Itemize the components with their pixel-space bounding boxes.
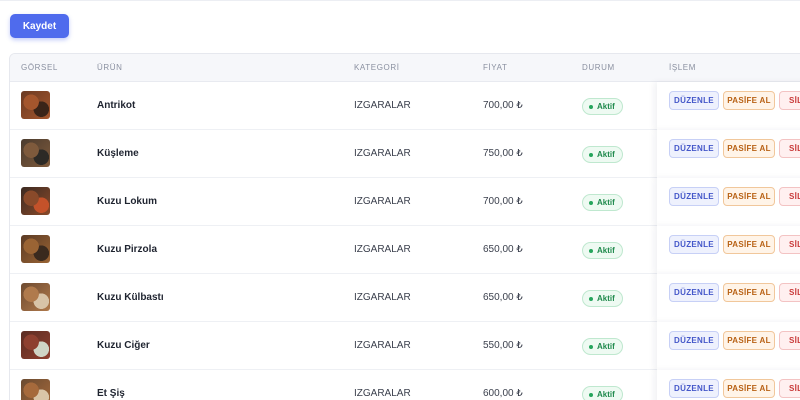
status-dot-icon: [589, 200, 593, 205]
product-name: Kuzu Ciğer: [97, 340, 150, 351]
product-price: 600,00 ₺: [483, 388, 523, 399]
product-category: IZGARALAR: [354, 292, 411, 303]
table-row: Kuzu Pirzola IZGARALAR 650,00 ₺ Aktif DÜ…: [10, 226, 800, 274]
header-image: GÖRSEL: [21, 63, 58, 72]
product-image: [21, 139, 50, 167]
product-image: [21, 283, 50, 311]
row-actions: DÜZENLE PASİFE AL SİL: [657, 130, 800, 178]
delete-button[interactable]: SİL: [779, 283, 800, 302]
status-label: Aktif: [597, 198, 615, 207]
product-price: 750,00 ₺: [483, 148, 523, 159]
product-category: IZGARALAR: [354, 148, 411, 159]
product-category: IZGARALAR: [354, 196, 411, 207]
row-actions: DÜZENLE PASİFE AL SİL: [657, 274, 800, 322]
table-row: Kuzu Külbastı IZGARALAR 650,00 ₺ Aktif D…: [10, 274, 800, 322]
delete-button[interactable]: SİL: [779, 91, 800, 110]
product-category: IZGARALAR: [354, 388, 411, 399]
product-category: IZGARALAR: [354, 340, 411, 351]
status-label: Aktif: [597, 342, 615, 351]
status-dot-icon: [589, 248, 593, 253]
status-badge: Aktif: [582, 386, 623, 400]
product-name: Küşleme: [97, 148, 139, 159]
status-badge: Aktif: [582, 146, 623, 163]
product-name: Kuzu Pirzola: [97, 244, 158, 255]
delete-button[interactable]: SİL: [779, 139, 800, 158]
edit-button[interactable]: DÜZENLE: [669, 139, 719, 158]
product-price: 700,00 ₺: [483, 196, 523, 207]
product-image: [21, 187, 50, 215]
deactivate-button[interactable]: PASİFE AL: [723, 235, 775, 254]
deactivate-button[interactable]: PASİFE AL: [723, 91, 775, 110]
status-label: Aktif: [597, 246, 615, 255]
product-price: 650,00 ₺: [483, 244, 523, 255]
row-actions: DÜZENLE PASİFE AL SİL: [657, 322, 800, 370]
product-category: IZGARALAR: [354, 244, 411, 255]
table-row: Küşleme IZGARALAR 750,00 ₺ Aktif DÜZENLE…: [10, 130, 800, 178]
deactivate-button[interactable]: PASİFE AL: [723, 331, 775, 350]
delete-button[interactable]: SİL: [779, 235, 800, 254]
table-row: Kuzu Lokum IZGARALAR 700,00 ₺ Aktif DÜZE…: [10, 178, 800, 226]
edit-button[interactable]: DÜZENLE: [669, 331, 719, 350]
header-status: DURUM: [582, 63, 615, 72]
product-price: 700,00 ₺: [483, 100, 523, 111]
table-row: Et Şiş IZGARALAR 600,00 ₺ Aktif DÜZENLE …: [10, 370, 800, 400]
product-name: Kuzu Külbastı: [97, 292, 164, 303]
edit-button[interactable]: DÜZENLE: [669, 187, 719, 206]
table-header: GÖRSEL ÜRÜN KATEGORİ FİYAT DURUM İŞLEM: [10, 54, 800, 82]
edit-button[interactable]: DÜZENLE: [669, 283, 719, 302]
status-dot-icon: [589, 392, 593, 397]
product-table: GÖRSEL ÜRÜN KATEGORİ FİYAT DURUM İŞLEM A…: [9, 53, 800, 400]
product-name: Et Şiş: [97, 388, 125, 399]
edit-button[interactable]: DÜZENLE: [669, 91, 719, 110]
status-dot-icon: [589, 104, 593, 109]
delete-button[interactable]: SİL: [779, 331, 800, 350]
edit-button[interactable]: DÜZENLE: [669, 379, 719, 398]
header-category: KATEGORİ: [354, 63, 400, 72]
status-dot-icon: [589, 344, 593, 349]
row-actions: DÜZENLE PASİFE AL SİL: [657, 370, 800, 400]
row-actions: DÜZENLE PASİFE AL SİL: [657, 82, 800, 130]
delete-button[interactable]: SİL: [779, 379, 800, 398]
product-category: IZGARALAR: [354, 100, 411, 111]
status-label: Aktif: [597, 150, 615, 159]
row-actions: DÜZENLE PASİFE AL SİL: [657, 226, 800, 274]
product-image: [21, 331, 50, 359]
product-image: [21, 235, 50, 263]
row-actions: DÜZENLE PASİFE AL SİL: [657, 178, 800, 226]
product-image: [21, 379, 50, 400]
header-product: ÜRÜN: [97, 63, 123, 72]
delete-button[interactable]: SİL: [779, 187, 800, 206]
deactivate-button[interactable]: PASİFE AL: [723, 187, 775, 206]
status-badge: Aktif: [582, 242, 623, 259]
header-price: FİYAT: [483, 63, 508, 72]
save-button[interactable]: Kaydet: [10, 14, 69, 38]
status-badge: Aktif: [582, 194, 623, 211]
status-label: Aktif: [597, 294, 615, 303]
table-row: Antrikot IZGARALAR 700,00 ₺ Aktif DÜZENL…: [10, 82, 800, 130]
deactivate-button[interactable]: PASİFE AL: [723, 283, 775, 302]
status-dot-icon: [589, 296, 593, 301]
header-action: İŞLEM: [669, 63, 697, 72]
top-divider: [0, 0, 800, 1]
status-label: Aktif: [597, 390, 615, 399]
product-price: 650,00 ₺: [483, 292, 523, 303]
product-name: Antrikot: [97, 100, 136, 111]
status-badge: Aktif: [582, 98, 623, 115]
product-price: 550,00 ₺: [483, 340, 523, 351]
product-image: [21, 91, 50, 119]
deactivate-button[interactable]: PASİFE AL: [723, 379, 775, 398]
status-badge: Aktif: [582, 290, 623, 307]
table-row: Kuzu Ciğer IZGARALAR 550,00 ₺ Aktif DÜZE…: [10, 322, 800, 370]
status-badge: Aktif: [582, 338, 623, 355]
deactivate-button[interactable]: PASİFE AL: [723, 139, 775, 158]
product-name: Kuzu Lokum: [97, 196, 157, 207]
status-dot-icon: [589, 152, 593, 157]
status-label: Aktif: [597, 102, 615, 111]
edit-button[interactable]: DÜZENLE: [669, 235, 719, 254]
